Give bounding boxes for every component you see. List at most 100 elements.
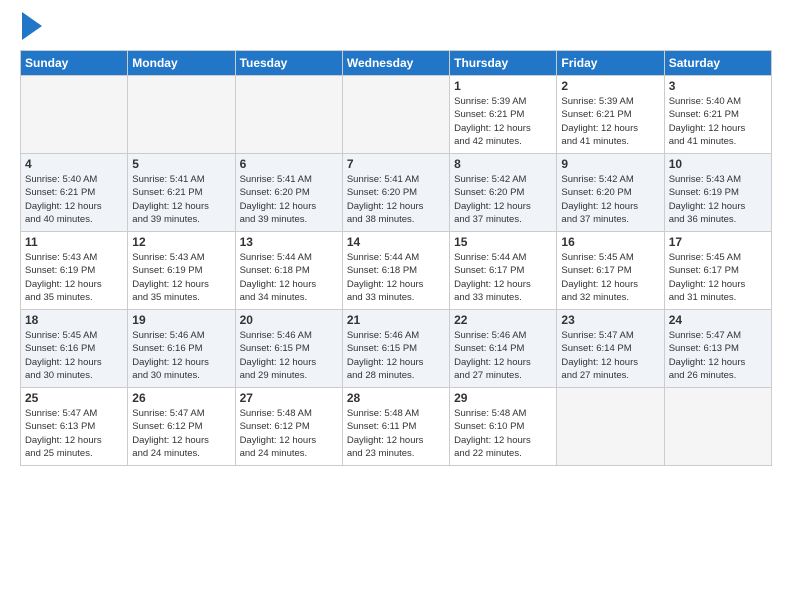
calendar-cell: 7 Sunrise: 5:41 AMSunset: 6:20 PMDaylight… [342,154,449,232]
day-number: 5 [132,157,230,171]
calendar-cell: 3 Sunrise: 5:40 AMSunset: 6:21 PMDaylight… [664,76,771,154]
day-info: Sunrise: 5:42 AMSunset: 6:20 PMDaylight:… [454,173,552,226]
day-info: Sunrise: 5:47 AMSunset: 6:14 PMDaylight:… [561,329,659,382]
calendar-cell: 14Sunrise: 5:44 AMSunset: 6:18 PMDayligh… [342,232,449,310]
calendar-cell: 28 Sunrise: 5:48 AMSunset: 6:11 PMDayligh… [342,388,449,466]
logo-text [20,16,42,40]
calendar-cell [235,76,342,154]
day-info: Sunrise: 5:40 AMSunset: 6:21 PMDaylight:… [25,173,123,226]
day-info: Sunrise: 5:46 AMSunset: 6:15 PMDaylight:… [240,329,338,382]
day-info: Sunrise: 5:46 AMSunset: 6:16 PMDaylight:… [132,329,230,382]
day-number: 23 [561,313,659,327]
col-header-thursday: Thursday [450,51,557,76]
day-number: 24 [669,313,767,327]
calendar-cell [557,388,664,466]
day-number: 21 [347,313,445,327]
day-number: 20 [240,313,338,327]
calendar-cell: 5 Sunrise: 5:41 AMSunset: 6:21 PMDaylight… [128,154,235,232]
logo-blue [20,16,42,40]
day-number: 4 [25,157,123,171]
calendar-cell: 23 Sunrise: 5:47 AMSunset: 6:14 PMDayligh… [557,310,664,388]
day-info: Sunrise: 5:45 AMSunset: 6:16 PMDaylight:… [25,329,123,382]
day-number: 28 [347,391,445,405]
day-info: Sunrise: 5:43 AMSunset: 6:19 PMDaylight:… [132,251,230,304]
day-info: Sunrise: 5:47 AMSunset: 6:13 PMDaylight:… [669,329,767,382]
day-info: Sunrise: 5:39 AMSunset: 6:21 PMDaylight:… [561,95,659,148]
week-row-1: 1 Sunrise: 5:39 AMSunset: 6:21 PMDaylight… [21,76,772,154]
col-header-sunday: Sunday [21,51,128,76]
col-header-saturday: Saturday [664,51,771,76]
day-number: 15 [454,235,552,249]
calendar-cell: 15 Sunrise: 5:44 AMSunset: 6:17 PMDayligh… [450,232,557,310]
day-number: 25 [25,391,123,405]
calendar-cell: 22 Sunrise: 5:46 AMSunset: 6:14 PMDayligh… [450,310,557,388]
day-number: 27 [240,391,338,405]
calendar: SundayMondayTuesdayWednesdayThursdayFrid… [20,50,772,466]
day-info: Sunrise: 5:48 AMSunset: 6:11 PMDaylight:… [347,407,445,460]
day-number: 19 [132,313,230,327]
day-number: 6 [240,157,338,171]
day-info: Sunrise: 5:41 AMSunset: 6:20 PMDaylight:… [347,173,445,226]
day-number: 1 [454,79,552,93]
calendar-cell: 19 Sunrise: 5:46 AMSunset: 6:16 PMDayligh… [128,310,235,388]
day-number: 22 [454,313,552,327]
day-number: 17 [669,235,767,249]
col-header-wednesday: Wednesday [342,51,449,76]
day-info: Sunrise: 5:45 AMSunset: 6:17 PMDaylight:… [669,251,767,304]
calendar-cell: 13 Sunrise: 5:44 AMSunset: 6:18 PMDayligh… [235,232,342,310]
week-row-5: 25 Sunrise: 5:47 AMSunset: 6:13 PMDayligh… [21,388,772,466]
day-info: Sunrise: 5:46 AMSunset: 6:14 PMDaylight:… [454,329,552,382]
day-number: 26 [132,391,230,405]
day-info: Sunrise: 5:42 AMSunset: 6:20 PMDaylight:… [561,173,659,226]
day-info: Sunrise: 5:41 AMSunset: 6:21 PMDaylight:… [132,173,230,226]
col-header-friday: Friday [557,51,664,76]
day-info: Sunrise: 5:44 AMSunset: 6:18 PMDaylight:… [347,251,445,304]
day-info: Sunrise: 5:43 AMSunset: 6:19 PMDaylight:… [25,251,123,304]
calendar-cell: 9 Sunrise: 5:42 AMSunset: 6:20 PMDaylight… [557,154,664,232]
calendar-cell: 17 Sunrise: 5:45 AMSunset: 6:17 PMDayligh… [664,232,771,310]
day-info: Sunrise: 5:48 AMSunset: 6:10 PMDaylight:… [454,407,552,460]
calendar-cell: 12 Sunrise: 5:43 AMSunset: 6:19 PMDayligh… [128,232,235,310]
calendar-cell: 24 Sunrise: 5:47 AMSunset: 6:13 PMDayligh… [664,310,771,388]
calendar-cell: 18 Sunrise: 5:45 AMSunset: 6:16 PMDayligh… [21,310,128,388]
day-info: Sunrise: 5:47 AMSunset: 6:12 PMDaylight:… [132,407,230,460]
calendar-cell: 10 Sunrise: 5:43 AMSunset: 6:19 PMDayligh… [664,154,771,232]
page: SundayMondayTuesdayWednesdayThursdayFrid… [0,0,792,612]
calendar-cell: 21 Sunrise: 5:46 AMSunset: 6:15 PMDayligh… [342,310,449,388]
week-row-3: 11 Sunrise: 5:43 AMSunset: 6:19 PMDayligh… [21,232,772,310]
day-number: 16 [561,235,659,249]
calendar-cell: 25 Sunrise: 5:47 AMSunset: 6:13 PMDayligh… [21,388,128,466]
calendar-cell [21,76,128,154]
day-info: Sunrise: 5:48 AMSunset: 6:12 PMDaylight:… [240,407,338,460]
day-number: 13 [240,235,338,249]
day-info: Sunrise: 5:47 AMSunset: 6:13 PMDaylight:… [25,407,123,460]
day-number: 2 [561,79,659,93]
day-number: 8 [454,157,552,171]
day-number: 12 [132,235,230,249]
day-number: 18 [25,313,123,327]
day-number: 10 [669,157,767,171]
day-number: 7 [347,157,445,171]
day-info: Sunrise: 5:43 AMSunset: 6:19 PMDaylight:… [669,173,767,226]
day-info: Sunrise: 5:44 AMSunset: 6:17 PMDaylight:… [454,251,552,304]
day-info: Sunrise: 5:45 AMSunset: 6:17 PMDaylight:… [561,251,659,304]
day-info: Sunrise: 5:39 AMSunset: 6:21 PMDaylight:… [454,95,552,148]
calendar-cell: 16 Sunrise: 5:45 AMSunset: 6:17 PMDayligh… [557,232,664,310]
calendar-cell: 2 Sunrise: 5:39 AMSunset: 6:21 PMDaylight… [557,76,664,154]
day-number: 9 [561,157,659,171]
calendar-cell: 27 Sunrise: 5:48 AMSunset: 6:12 PMDayligh… [235,388,342,466]
week-row-4: 18 Sunrise: 5:45 AMSunset: 6:16 PMDayligh… [21,310,772,388]
calendar-cell: 8 Sunrise: 5:42 AMSunset: 6:20 PMDaylight… [450,154,557,232]
day-info: Sunrise: 5:40 AMSunset: 6:21 PMDaylight:… [669,95,767,148]
day-number: 3 [669,79,767,93]
calendar-cell [128,76,235,154]
calendar-cell: 6Sunrise: 5:41 AMSunset: 6:20 PMDaylight… [235,154,342,232]
day-number: 11 [25,235,123,249]
day-info: Sunrise: 5:44 AMSunset: 6:18 PMDaylight:… [240,251,338,304]
header [20,16,772,40]
day-number: 29 [454,391,552,405]
calendar-cell [342,76,449,154]
week-row-2: 4 Sunrise: 5:40 AMSunset: 6:21 PMDaylight… [21,154,772,232]
day-info: Sunrise: 5:46 AMSunset: 6:15 PMDaylight:… [347,329,445,382]
calendar-cell: 26 Sunrise: 5:47 AMSunset: 6:12 PMDayligh… [128,388,235,466]
